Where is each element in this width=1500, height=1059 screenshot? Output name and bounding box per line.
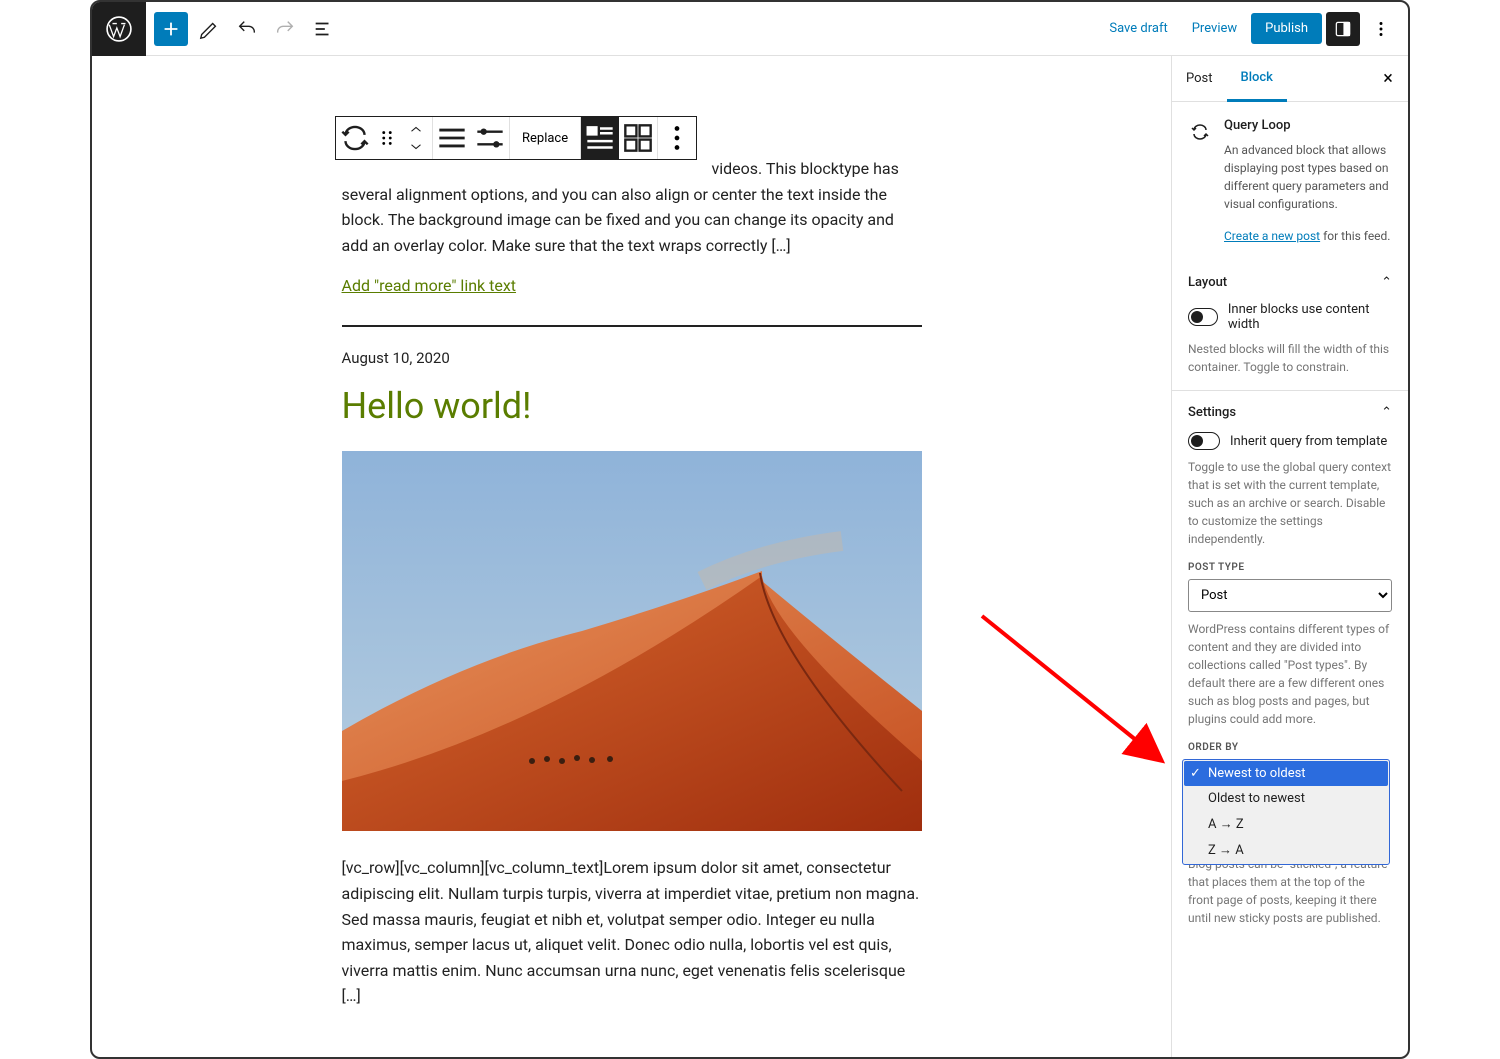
separator bbox=[342, 325, 922, 327]
grid-view-button[interactable] bbox=[619, 117, 657, 159]
block-more-options-button[interactable] bbox=[658, 117, 696, 159]
wordpress-logo[interactable] bbox=[92, 2, 146, 56]
post-excerpt-2[interactable]: [vc_row][vc_column][vc_column_text]Lorem… bbox=[342, 855, 922, 1009]
create-post-link[interactable]: Create a new post bbox=[1224, 229, 1320, 243]
layout-panel-toggle[interactable]: Layout ⌃ bbox=[1188, 275, 1392, 290]
replace-button[interactable]: Replace bbox=[510, 117, 580, 159]
query-loop-icon[interactable] bbox=[336, 117, 374, 159]
post-type-label: POST TYPE bbox=[1188, 562, 1392, 573]
block-card: Query Loop An advanced block that allows… bbox=[1172, 102, 1408, 261]
document-overview-button[interactable] bbox=[306, 12, 340, 46]
featured-image[interactable] bbox=[342, 451, 922, 831]
order-option-az[interactable]: A → Z bbox=[1184, 811, 1388, 837]
save-draft-button[interactable]: Save draft bbox=[1099, 15, 1177, 42]
settings-sidebar: Post Block × Query Loop An advanced bloc… bbox=[1171, 56, 1408, 1057]
redo-button[interactable] bbox=[268, 12, 302, 46]
close-sidebar-button[interactable]: × bbox=[1368, 68, 1408, 89]
preview-button[interactable]: Preview bbox=[1182, 15, 1247, 42]
order-by-dropdown[interactable]: Newest to oldest Oldest to newest A → Z … bbox=[1182, 759, 1390, 865]
post-type-help-text: WordPress contains different types of co… bbox=[1188, 620, 1392, 728]
block-description: An advanced block that allows displaying… bbox=[1224, 141, 1392, 213]
block-toolbar: Replace bbox=[335, 116, 697, 160]
more-options-button[interactable] bbox=[1364, 12, 1398, 46]
display-settings-button[interactable] bbox=[471, 117, 509, 159]
tab-block[interactable]: Block bbox=[1227, 56, 1287, 102]
chevron-up-icon: ⌃ bbox=[1381, 275, 1392, 290]
order-by-label: ORDER BY bbox=[1188, 742, 1392, 753]
inherit-help-text: Toggle to use the global query context t… bbox=[1188, 458, 1392, 548]
layout-help-text: Nested blocks will fill the width of thi… bbox=[1188, 340, 1392, 376]
move-up-button[interactable] bbox=[402, 120, 430, 138]
block-name: Query Loop bbox=[1224, 118, 1392, 133]
post-type-select[interactable]: Post bbox=[1188, 579, 1392, 612]
read-more-link[interactable]: Add "read more" link text bbox=[342, 276, 517, 295]
tab-post[interactable]: Post bbox=[1172, 56, 1227, 102]
settings-panel-toggle[interactable]: Settings ⌃ bbox=[1188, 405, 1392, 420]
undo-button[interactable] bbox=[230, 12, 264, 46]
post-title[interactable]: Hello world! bbox=[342, 385, 922, 427]
align-button[interactable] bbox=[433, 117, 471, 159]
annotation-arrow bbox=[972, 606, 1192, 786]
sticky-help-text: Blog posts can be "stickied", a feature … bbox=[1188, 855, 1392, 927]
add-block-button[interactable] bbox=[154, 12, 188, 46]
order-option-newest[interactable]: Newest to oldest bbox=[1184, 761, 1388, 786]
inherit-query-toggle[interactable] bbox=[1188, 432, 1220, 450]
editor-canvas[interactable]: Replace videos. This blocktype has sever… bbox=[92, 56, 1171, 1057]
order-option-za[interactable]: Z → A bbox=[1184, 837, 1388, 863]
toggle-label: Inner blocks use content width bbox=[1228, 302, 1392, 332]
move-down-button[interactable] bbox=[402, 138, 430, 156]
post-date[interactable]: August 10, 2020 bbox=[342, 349, 922, 367]
publish-button[interactable]: Publish bbox=[1251, 13, 1322, 44]
toggle-label: Inherit query from template bbox=[1230, 434, 1387, 449]
settings-panel-toggle[interactable] bbox=[1326, 12, 1360, 46]
list-view-button[interactable] bbox=[581, 117, 619, 159]
editor-topbar: Save draft Preview Publish bbox=[92, 2, 1408, 56]
chevron-up-icon: ⌃ bbox=[1381, 405, 1392, 420]
edit-tools-button[interactable] bbox=[192, 12, 226, 46]
post-excerpt[interactable]: videos. This blocktype has several align… bbox=[342, 156, 922, 258]
query-loop-icon bbox=[1188, 120, 1212, 144]
order-option-oldest[interactable]: Oldest to newest bbox=[1184, 786, 1388, 811]
drag-handle-icon[interactable] bbox=[374, 117, 400, 159]
inner-blocks-width-toggle[interactable] bbox=[1188, 308, 1218, 326]
